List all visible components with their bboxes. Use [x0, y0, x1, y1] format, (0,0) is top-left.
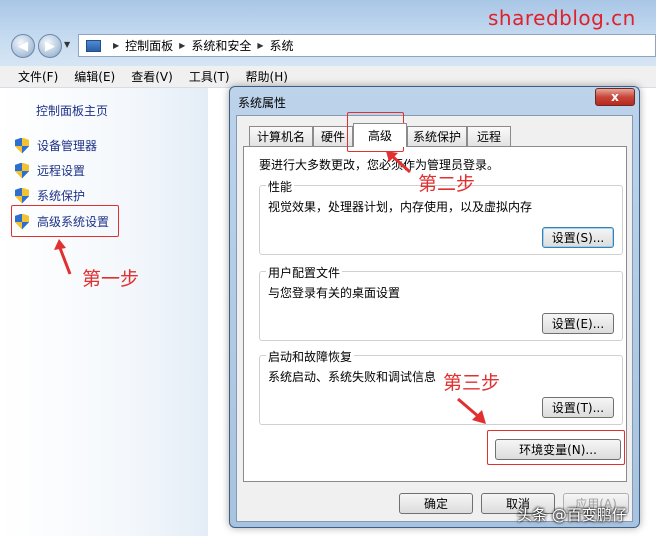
sidebar-item-label: 远程设置 — [37, 164, 86, 178]
close-icon: x — [611, 90, 619, 104]
menu-help[interactable]: 帮助(H) — [246, 68, 288, 85]
sidebar-item-device-manager[interactable]: 设备管理器 — [14, 137, 97, 154]
ok-button[interactable]: 确定 — [399, 493, 473, 514]
step2-arrow-icon — [386, 151, 411, 174]
uac-shield-icon — [14, 187, 30, 204]
group-title: 启动和故障恢复 — [266, 348, 355, 365]
uac-shield-icon — [14, 162, 30, 179]
author-watermark: 头条 @百变鹏仔 — [517, 506, 627, 524]
chevron-right-icon[interactable]: ▶ — [257, 41, 263, 50]
tab-remote[interactable]: 远程 — [467, 126, 511, 146]
chevron-right-icon[interactable]: ▶ — [113, 41, 119, 50]
startup-recovery-group: 启动和故障恢复 系统启动、系统失败和调试信息 设置(T)... — [259, 348, 623, 425]
menu-tools[interactable]: 工具(T) — [189, 68, 230, 85]
group-title: 用户配置文件 — [266, 264, 343, 281]
control-panel-home-link[interactable]: 控制面板主页 — [36, 102, 108, 119]
history-dropdown-icon[interactable]: ▼ — [64, 40, 70, 49]
user-profiles-group: 用户配置文件 与您登录有关的桌面设置 设置(E)... — [259, 264, 623, 341]
step1-label: 第一步 — [82, 268, 140, 290]
sidebar-item-remote-settings[interactable]: 远程设置 — [14, 162, 85, 179]
sidebar-item-label: 系统保护 — [37, 189, 86, 203]
step2-label: 第二步 — [418, 173, 476, 195]
group-title: 性能 — [266, 178, 295, 195]
back-button[interactable]: ◀ — [11, 34, 35, 58]
step3-arrow-icon — [457, 397, 486, 424]
back-arrow-icon: ◀ — [18, 38, 28, 54]
group-description: 视觉效果，处理器计划，内存使用，以及虚拟内存 — [268, 200, 533, 214]
chevron-right-icon[interactable]: ▶ — [179, 41, 185, 50]
step3-highlight-box — [487, 430, 625, 465]
control-panel-icon — [85, 39, 101, 53]
sidebar-item-system-protection[interactable]: 系统保护 — [14, 187, 85, 204]
breadcrumb-system-security[interactable]: 系统和安全 — [191, 37, 251, 54]
menu-bar: 文件(F) 编辑(E) 查看(V) 工具(T) 帮助(H) — [0, 66, 656, 88]
dialog-title: 系统属性 — [238, 96, 287, 110]
forward-arrow-icon: ▶ — [45, 38, 55, 54]
breadcrumb-system[interactable]: 系统 — [270, 37, 294, 54]
user-profiles-settings-button[interactable]: 设置(E)... — [542, 313, 614, 334]
tab-system-protection[interactable]: 系统保护 — [407, 126, 467, 146]
address-bar[interactable]: ▶ 控制面板 ▶ 系统和安全 ▶ 系统 — [78, 34, 656, 57]
group-description: 系统启动、系统失败和调试信息 — [268, 370, 437, 384]
forward-button[interactable]: ▶ — [38, 34, 62, 58]
startup-recovery-settings-button[interactable]: 设置(T)... — [542, 397, 614, 418]
breadcrumb-control-panel[interactable]: 控制面板 — [125, 37, 173, 54]
group-description: 与您登录有关的桌面设置 — [268, 286, 401, 300]
tab-computer-name[interactable]: 计算机名 — [249, 126, 313, 146]
menu-edit[interactable]: 编辑(E) — [74, 68, 115, 85]
close-button[interactable]: x — [595, 88, 635, 106]
left-task-pane: 控制面板主页 设备管理器 远程设置 系统保护 高级系统设置 — [0, 88, 208, 536]
site-watermark: sharedblog.cn — [488, 6, 636, 30]
sidebar-item-label: 设备管理器 — [37, 139, 98, 153]
performance-settings-button[interactable]: 设置(S)... — [542, 227, 614, 248]
tab-advanced[interactable]: 高级 — [353, 123, 407, 147]
uac-shield-icon — [14, 137, 30, 154]
menu-file[interactable]: 文件(F) — [18, 68, 58, 85]
step1-highlight-box — [11, 205, 119, 237]
step3-label: 第三步 — [443, 372, 501, 394]
menu-view[interactable]: 查看(V) — [131, 68, 173, 85]
step1-arrow-icon — [54, 239, 72, 275]
